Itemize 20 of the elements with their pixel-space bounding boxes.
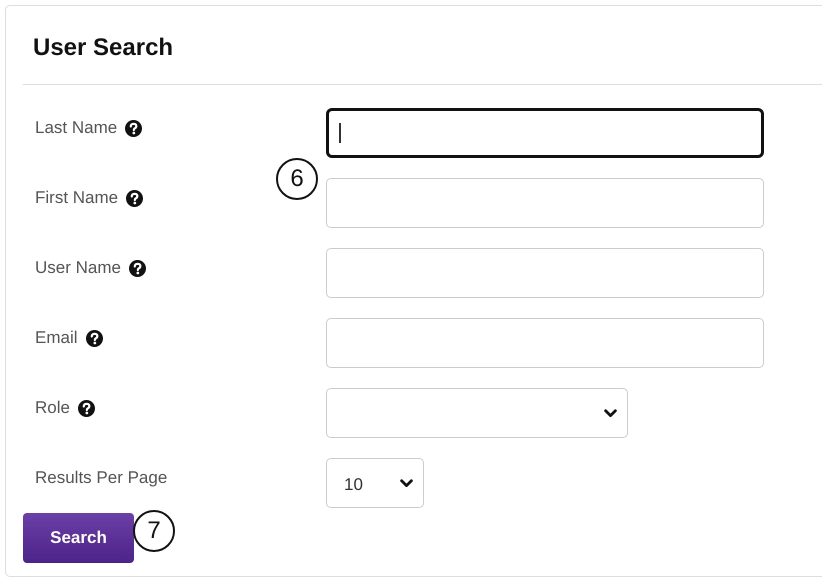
field-label: First Name [35,188,118,208]
chevron-down-icon [604,408,617,418]
field-label: Email [35,328,78,348]
callout-number: 7 [133,510,175,552]
input-field[interactable] [326,108,764,158]
chevron-down-icon [400,478,413,488]
field-label: User Name [35,258,121,278]
help-icon[interactable] [125,120,142,136]
field-label: Results Per Page [35,468,168,488]
page-title: User Search [32,33,174,56]
search-button[interactable]: Search [23,513,134,563]
help-icon[interactable] [126,190,144,206]
help-icon[interactable] [86,330,103,346]
select-field[interactable] [326,388,628,438]
help-icon[interactable] [78,400,95,416]
field-label: Last Name [35,118,118,138]
field-label: Role [35,398,70,418]
callout-number: 6 [276,158,318,200]
help-icon[interactable] [128,260,146,276]
select-field[interactable]: 10 [326,458,424,508]
